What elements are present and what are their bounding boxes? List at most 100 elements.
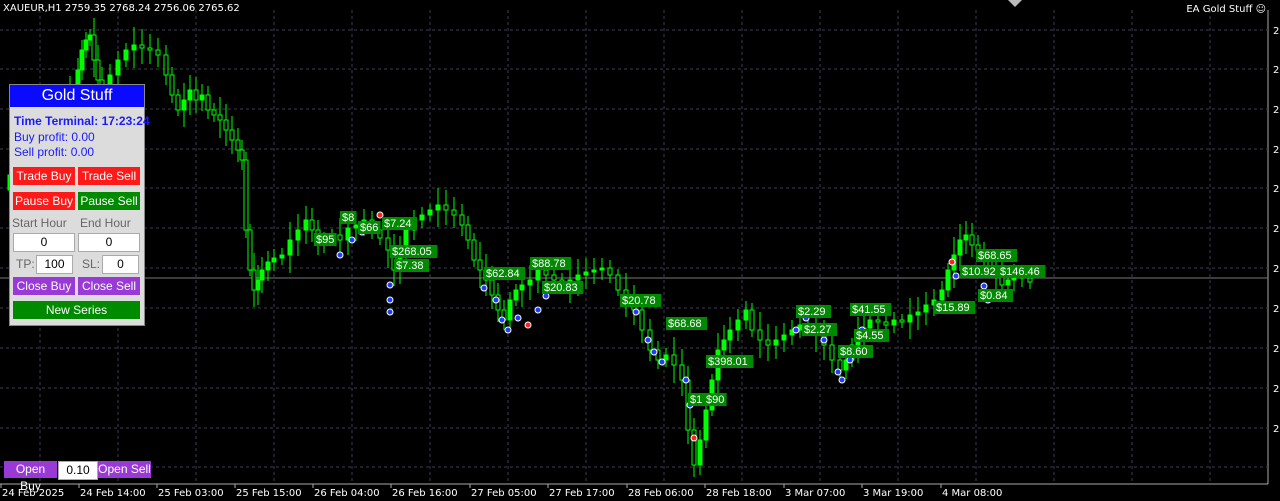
- candle: [95, 59, 101, 81]
- candle: [451, 209, 457, 216]
- candle: [187, 89, 193, 101]
- candle: [271, 257, 277, 263]
- profit-label: $20.78: [622, 295, 656, 307]
- candle: [963, 234, 969, 241]
- order-marker-icon: [690, 434, 698, 442]
- candle: [513, 289, 519, 301]
- x-tick-label: 4 Mar 08:00: [942, 488, 1003, 499]
- candle: [721, 339, 727, 351]
- order-marker-icon: [534, 306, 542, 314]
- start-hour-input[interactable]: 0: [13, 233, 75, 252]
- candle: [939, 289, 945, 301]
- order-marker-icon: [682, 376, 690, 384]
- candle: [915, 311, 921, 316]
- order-marker-icon: [658, 358, 666, 366]
- candle: [837, 359, 843, 371]
- candle: [749, 309, 755, 331]
- candle: [169, 74, 175, 96]
- candle: [507, 299, 513, 321]
- candle: [829, 344, 835, 361]
- candle: [867, 319, 873, 329]
- order-marker-icon: [948, 258, 956, 266]
- order-marker-icon: [514, 314, 522, 322]
- candle: [519, 284, 525, 291]
- candle: [1027, 277, 1033, 283]
- candle: [443, 204, 449, 211]
- y-tick-label: 2: [1273, 424, 1279, 435]
- candle: [337, 234, 343, 241]
- open-sell-button[interactable]: Open Sell: [98, 461, 151, 478]
- candle: [1005, 279, 1011, 286]
- order-marker-icon: [650, 348, 658, 356]
- new-series-button[interactable]: New Series: [13, 301, 140, 319]
- candle: [303, 219, 309, 231]
- candle: [891, 319, 897, 326]
- profit-label: $268.05: [392, 246, 432, 258]
- candle: [87, 34, 93, 41]
- trade-buy-button[interactable]: Trade Buy: [13, 167, 75, 185]
- candle: [295, 229, 301, 241]
- lot-size-input[interactable]: 0.10: [58, 461, 98, 480]
- tp-input[interactable]: 100: [36, 255, 73, 274]
- candle: [957, 239, 963, 256]
- candle: [663, 354, 669, 361]
- trade-sell-button[interactable]: Trade Sell: [78, 167, 140, 185]
- candle: [551, 274, 557, 281]
- x-tick-label: 28 Feb 06:00: [628, 488, 694, 499]
- pause-sell-button[interactable]: Pause Sell: [78, 192, 140, 210]
- x-tick-label: 26 Feb 16:00: [392, 488, 458, 499]
- close-buy-button[interactable]: Close Buy: [13, 277, 75, 295]
- order-marker-icon: [504, 326, 512, 334]
- candle: [477, 259, 483, 271]
- order-marker-icon: [834, 368, 842, 376]
- candle: [131, 44, 137, 51]
- end-hour-label: End Hour: [80, 216, 131, 230]
- profit-label: $62.84: [486, 268, 520, 280]
- profit-label: $146.46: [1000, 266, 1040, 278]
- candle: [907, 314, 913, 323]
- profit-label: $66: [360, 222, 378, 234]
- sl-input[interactable]: 0: [102, 255, 139, 274]
- candle: [255, 279, 261, 291]
- candle: [79, 49, 85, 71]
- tp-label: TP:: [16, 257, 35, 271]
- open-buy-button[interactable]: Open Buy: [4, 461, 57, 493]
- sell-profit: Sell profit: 0.00: [14, 145, 95, 159]
- candle: [459, 214, 465, 226]
- start-hour-label: Start Hour: [12, 216, 67, 230]
- candle: [639, 309, 645, 331]
- pause-buy-button[interactable]: Pause Buy: [13, 192, 75, 210]
- order-marker-icon: [820, 336, 828, 344]
- candle: [765, 339, 771, 346]
- candle: [265, 261, 271, 271]
- close-sell-button[interactable]: Close Sell: [78, 277, 140, 295]
- end-hour-input[interactable]: 0: [78, 233, 140, 252]
- profit-label: $41.55: [852, 304, 886, 316]
- candle: [757, 329, 763, 341]
- profit-label: $8: [342, 212, 354, 224]
- candle: [875, 319, 881, 323]
- candle: [489, 279, 495, 296]
- candle: [703, 409, 709, 441]
- price-chart[interactable]: 2 2 2 2 2 2 2 2 2 2 2 $95 $8 $66 $7.24 $268.05 $7.38 $62.…: [0, 0, 1280, 501]
- x-tick-label: 27 Feb 17:00: [549, 488, 615, 499]
- candle: [743, 309, 749, 321]
- candle: [465, 224, 471, 241]
- x-tick-label: 24 Feb 2025: [2, 488, 65, 499]
- candle: [217, 114, 223, 121]
- profit-label: $7.24: [384, 218, 412, 230]
- profit-label: $95: [316, 234, 334, 246]
- profit-label: $20.83: [544, 282, 578, 294]
- y-tick-label: 2: [1273, 105, 1279, 116]
- order-marker-icon: [498, 316, 506, 324]
- order-marker-icon: [386, 296, 394, 304]
- buy-profit: Buy profit: 0.00: [14, 130, 95, 144]
- candle: [211, 109, 217, 116]
- profit-label: $15.89: [936, 302, 970, 314]
- profit-label: $2.27: [804, 324, 832, 336]
- candle: [243, 159, 249, 231]
- candle: [435, 204, 441, 211]
- profit-label: $88.78: [532, 258, 566, 270]
- x-tick-label: 28 Feb 18:00: [706, 488, 772, 499]
- candle: [583, 271, 589, 276]
